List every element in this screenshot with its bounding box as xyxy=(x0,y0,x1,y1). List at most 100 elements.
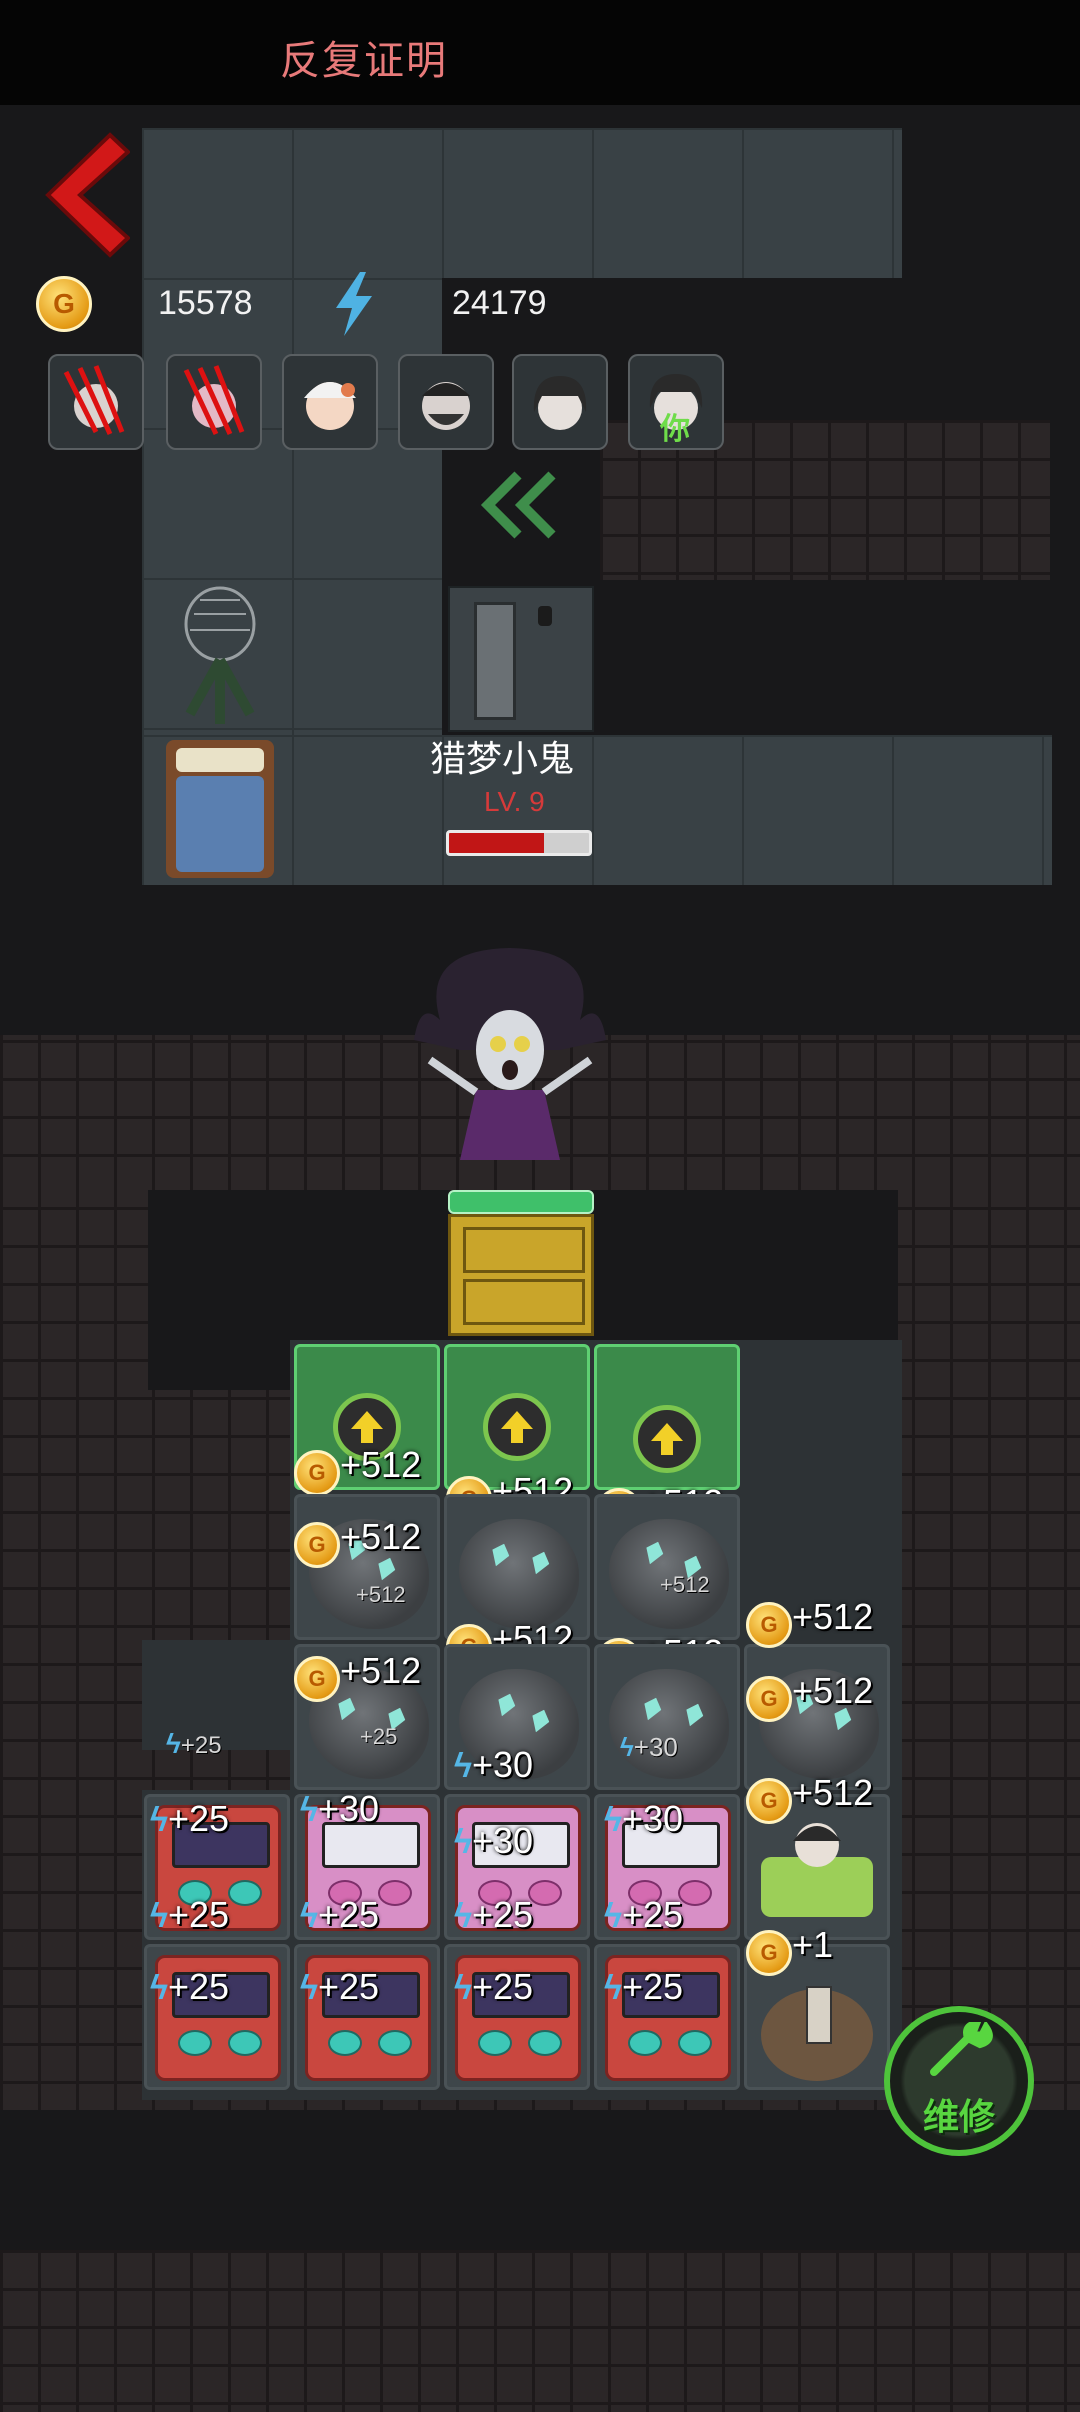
dream-net-item[interactable] xyxy=(150,584,290,739)
coin-icon: G xyxy=(746,1929,792,1976)
upgrade-arrow-icon[interactable] xyxy=(483,1393,551,1461)
gain-value: +512 xyxy=(340,1650,422,1691)
gain-value: +512 xyxy=(792,1596,874,1637)
gain-value: +30 xyxy=(633,1732,678,1762)
coin-icon: G xyxy=(294,1521,340,1568)
door-handle-icon xyxy=(538,606,552,626)
gain-label: ϟ+25 xyxy=(604,1894,683,1936)
bolt-icon: ϟ xyxy=(150,1897,168,1935)
gain-value: +30 xyxy=(472,1820,534,1861)
bolt-icon: ϟ xyxy=(604,1969,622,2007)
bed-item[interactable] xyxy=(160,734,280,889)
gain-value: +25 xyxy=(622,1894,684,1935)
clawed-character-avatar-1[interactable] xyxy=(48,354,144,450)
crystal-rock xyxy=(459,1519,579,1629)
gain-label: ϟ+30 xyxy=(454,1820,533,1862)
bottom-bricks xyxy=(0,2250,1080,2412)
upgrade-tile[interactable] xyxy=(444,1344,590,1490)
crystal-mine-tile[interactable] xyxy=(594,1494,740,1640)
page-title: 反复证明 xyxy=(280,39,448,83)
gain-label: ϟ+25 xyxy=(150,1798,229,1840)
gain-sub: +512 xyxy=(356,1582,406,1607)
gain-label: ϟ+25 xyxy=(166,1728,222,1760)
gain-label: G+512 xyxy=(746,1596,873,1648)
bolt-icon: ϟ xyxy=(150,1801,168,1839)
gain-label: ϟ+30 xyxy=(620,1732,678,1763)
wrench-icon xyxy=(930,2022,993,2076)
clawed-character-avatar-2[interactable] xyxy=(166,354,262,450)
door-panel-lower xyxy=(463,1279,585,1325)
gain-label: G+512 xyxy=(294,1516,421,1568)
gain-label: ϟ+25 xyxy=(454,1966,533,2008)
coin-icon: G xyxy=(746,1675,792,1722)
gain-label: G +1 xyxy=(746,1924,833,1976)
gain-sub: +25 xyxy=(360,1724,398,1749)
gain-label: ϟ+25 xyxy=(150,1966,229,2008)
you-avatar[interactable]: 你 xyxy=(628,354,724,450)
bearded-man-avatar[interactable] xyxy=(398,354,494,450)
gain-label: G+512 xyxy=(746,1670,873,1722)
gain-value: +25 xyxy=(622,1966,684,2007)
gain-label: ϟ+25 xyxy=(150,1894,229,1936)
enemy-level: LV. 9 xyxy=(484,786,545,817)
ghost-enemy[interactable] xyxy=(410,940,610,1185)
coin-icon: G xyxy=(746,1601,792,1648)
gain-value: +25 xyxy=(472,1894,534,1935)
gain-label: G+512 xyxy=(746,1772,873,1824)
door-panel-upper xyxy=(463,1227,585,1273)
bolt-icon: ϟ xyxy=(300,1897,318,1935)
door-durability-bar xyxy=(448,1190,594,1214)
bolt-icon: ϟ xyxy=(454,1897,472,1935)
gain-value: +25 xyxy=(168,1966,230,2007)
bolt-icon: ϟ xyxy=(300,1969,318,2007)
gain-value: +25 xyxy=(318,1966,380,2007)
coin-count: 15578 xyxy=(158,284,253,322)
golden-door[interactable] xyxy=(448,1190,594,1336)
gain-label: ϟ+25 xyxy=(454,1894,533,1936)
gain-value: +25 xyxy=(180,1732,222,1759)
bolt-icon: ϟ xyxy=(166,1728,181,1759)
bolt-icon: ϟ xyxy=(620,1732,634,1762)
enemy-name: 猎梦小鬼 xyxy=(430,738,575,779)
direction-chevron-icon xyxy=(478,470,562,545)
coin-icon: G xyxy=(294,1655,340,1702)
gain-value: +512 xyxy=(792,1772,874,1813)
energy-icon xyxy=(330,272,378,341)
gain-value: +512 xyxy=(340,1444,422,1485)
repair-button[interactable]: 维修 xyxy=(884,2006,1034,2156)
bolt-icon: ϟ xyxy=(604,1897,622,1935)
bolt-icon: ϟ xyxy=(150,1969,168,2007)
gain-value: +30 xyxy=(318,1788,380,1829)
crystal-mine-tile[interactable] xyxy=(594,1644,740,1790)
bolt-icon: ϟ xyxy=(604,1801,622,1839)
gain-label: ϟ+25 xyxy=(300,1966,379,2008)
gain-label: G+512 xyxy=(294,1444,421,1496)
door-body xyxy=(448,1214,594,1336)
gain-sub: +512 xyxy=(660,1572,710,1597)
room-floor-top xyxy=(142,128,902,278)
bolt-icon: ϟ xyxy=(454,1969,472,2007)
gain-value: +1 xyxy=(792,1924,834,1965)
dark-hair-girl-avatar[interactable] xyxy=(512,354,608,450)
coin-icon: G xyxy=(36,276,92,332)
upgrade-arrow-icon[interactable] xyxy=(633,1405,701,1473)
upgrade-tile[interactable] xyxy=(594,1344,740,1490)
gain-value: +25 xyxy=(472,1966,534,2007)
bolt-icon: ϟ xyxy=(300,1791,318,1829)
gain-value: +25 xyxy=(318,1894,380,1935)
enemy-hp-fill xyxy=(449,833,545,853)
back-button[interactable] xyxy=(40,130,131,260)
door-panel xyxy=(474,602,516,720)
gain-value: +25 xyxy=(168,1894,230,1935)
room-door[interactable] xyxy=(448,586,594,732)
energy-count: 24179 xyxy=(452,284,547,322)
gain-label: ϟ+30 xyxy=(604,1798,683,1840)
gain-value: +30 xyxy=(472,1744,534,1785)
gain-value: +30 xyxy=(622,1798,684,1839)
gain-label: ϟ+30 xyxy=(454,1744,533,1786)
back-arrow-icon xyxy=(45,132,131,258)
gain-value: +512 xyxy=(340,1516,422,1557)
granny-avatar[interactable] xyxy=(282,354,378,450)
gain-label: ϟ+25 xyxy=(300,1894,379,1936)
gain-value: +25 xyxy=(168,1798,230,1839)
